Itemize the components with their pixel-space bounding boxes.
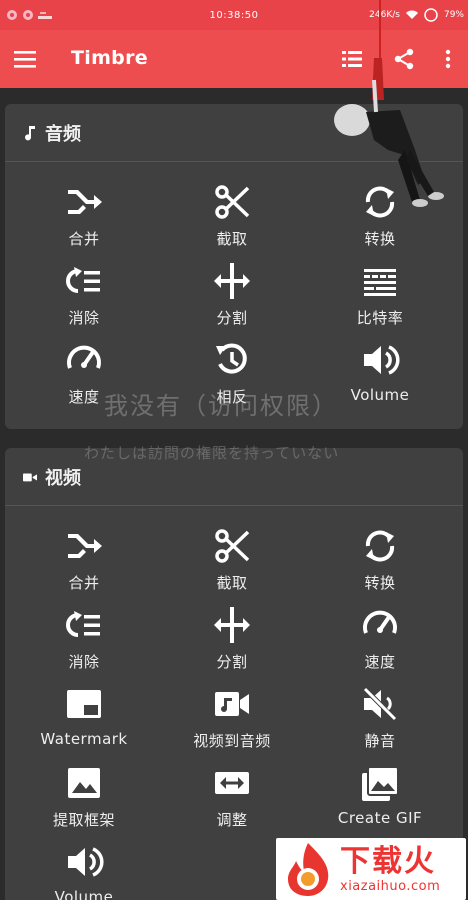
tool-label: 静音: [364, 732, 396, 750]
volume-icon: [68, 847, 104, 877]
wifi-icon: [405, 10, 418, 19]
list-icon[interactable]: [340, 47, 364, 71]
video-gif-button[interactable]: Create GIF: [305, 763, 455, 841]
tool-label: 转换: [364, 230, 396, 248]
video-mute-button[interactable]: 静音: [305, 684, 455, 762]
video-resize-button[interactable]: 调整: [157, 763, 307, 841]
tool-label: 相反: [216, 388, 248, 406]
tool-label: Create GIF: [337, 809, 423, 827]
audio-remove-button[interactable]: 消除: [9, 261, 159, 339]
battery-level: 79%: [443, 10, 464, 20]
app-title: Timbre: [71, 47, 148, 69]
speed-icon: [67, 345, 101, 369]
bitrate-icon: [364, 269, 396, 296]
audio-convert-button[interactable]: 转换: [305, 182, 455, 260]
audio-bitrate-button[interactable]: 比特率: [305, 261, 455, 339]
tool-label: 转换: [364, 574, 396, 592]
video-speed-button[interactable]: 速度: [305, 605, 455, 683]
tool-label: 消除: [68, 309, 100, 327]
video-title: 视频: [45, 467, 81, 489]
volume-icon: [364, 345, 400, 375]
audio-reverse-button[interactable]: 相反: [157, 340, 307, 418]
reverse-icon: [216, 343, 247, 374]
tool-label: 速度: [364, 653, 396, 671]
status-bar: 10:38:50 246K/s 79%: [0, 0, 468, 30]
merge-icon: [68, 534, 102, 558]
tool-label: 速度: [68, 388, 100, 406]
video-header: 视频: [5, 448, 463, 506]
app-bar: Timbre: [0, 30, 468, 88]
remove-icon: [66, 267, 100, 293]
audio-title: 音频: [45, 123, 81, 145]
audio-volume-button[interactable]: Volume: [305, 340, 455, 418]
scissors-icon: [215, 185, 250, 219]
share-icon[interactable]: [392, 47, 416, 71]
speed-icon: [363, 610, 397, 634]
video-to-audio-icon: [215, 692, 249, 716]
video-merge-button[interactable]: 合并: [9, 526, 159, 604]
convert-icon: [365, 186, 395, 218]
logo-title: 下载火: [340, 843, 436, 879]
audio-split-button[interactable]: 分割: [157, 261, 307, 339]
video-card: 视频 合并 截取 转换消除 分割 速度 Watermark 视频到音频 静音提取框架 调整 Cre…: [5, 448, 463, 900]
resize-icon: [215, 772, 249, 794]
music-note-icon: [25, 125, 35, 140]
logo-url: xiazaihuo.com: [340, 878, 441, 894]
audio-speed-button[interactable]: 速度: [9, 340, 159, 418]
tool-label: 合并: [68, 574, 100, 592]
remove-icon: [66, 611, 100, 637]
mute-icon: [362, 686, 398, 722]
video-remove-button[interactable]: 消除: [9, 605, 159, 683]
tool-label: 分割: [216, 653, 248, 671]
more-icon[interactable]: [436, 47, 460, 71]
flame-logo-icon: [288, 843, 329, 896]
video-camera-icon: [23, 473, 37, 481]
audio-card: 音频 合并 截取 转换消除 分割 比特率速度 相反 Volume: [5, 104, 463, 429]
split-icon: [214, 607, 250, 643]
tool-label: 消除: [68, 653, 100, 671]
audio-merge-button[interactable]: 合并: [9, 182, 159, 260]
scissors-icon: [215, 529, 250, 563]
video-video-to-audio-button[interactable]: 视频到音频: [157, 684, 307, 762]
tool-label: Volume: [54, 888, 114, 900]
tool-label: Volume: [350, 386, 410, 404]
video-convert-button[interactable]: 转换: [305, 526, 455, 604]
tool-label: 合并: [68, 230, 100, 248]
tool-label: 视频到音频: [193, 732, 271, 750]
tool-label: 调整: [216, 811, 248, 829]
video-scissors-button[interactable]: 截取: [157, 526, 307, 604]
tool-label: 截取: [216, 230, 248, 248]
xiazaihuo-logo: 下载火 xiazaihuo.com: [276, 838, 466, 900]
network-speed: 246K/s: [369, 10, 400, 20]
tool-label: Watermark: [40, 730, 128, 748]
merge-icon: [68, 190, 102, 214]
audio-header: 音频: [5, 104, 463, 162]
battery-icon: [424, 8, 438, 22]
tool-label: 分割: [216, 309, 248, 327]
audio-scissors-button[interactable]: 截取: [157, 182, 307, 260]
convert-icon: [365, 530, 395, 562]
image-icon: [68, 768, 100, 798]
video-watermark-button[interactable]: Watermark: [9, 684, 159, 762]
video-split-button[interactable]: 分割: [157, 605, 307, 683]
menu-icon[interactable]: [14, 49, 36, 69]
tool-label: 提取框架: [52, 811, 115, 829]
split-icon: [214, 263, 250, 299]
watermark-icon: [67, 690, 101, 718]
video-volume-button[interactable]: Volume: [9, 842, 159, 900]
tool-label: 截取: [216, 574, 248, 592]
video-image-button[interactable]: 提取框架: [9, 763, 159, 841]
gif-icon: [362, 766, 399, 801]
tool-label: 比特率: [356, 309, 404, 327]
